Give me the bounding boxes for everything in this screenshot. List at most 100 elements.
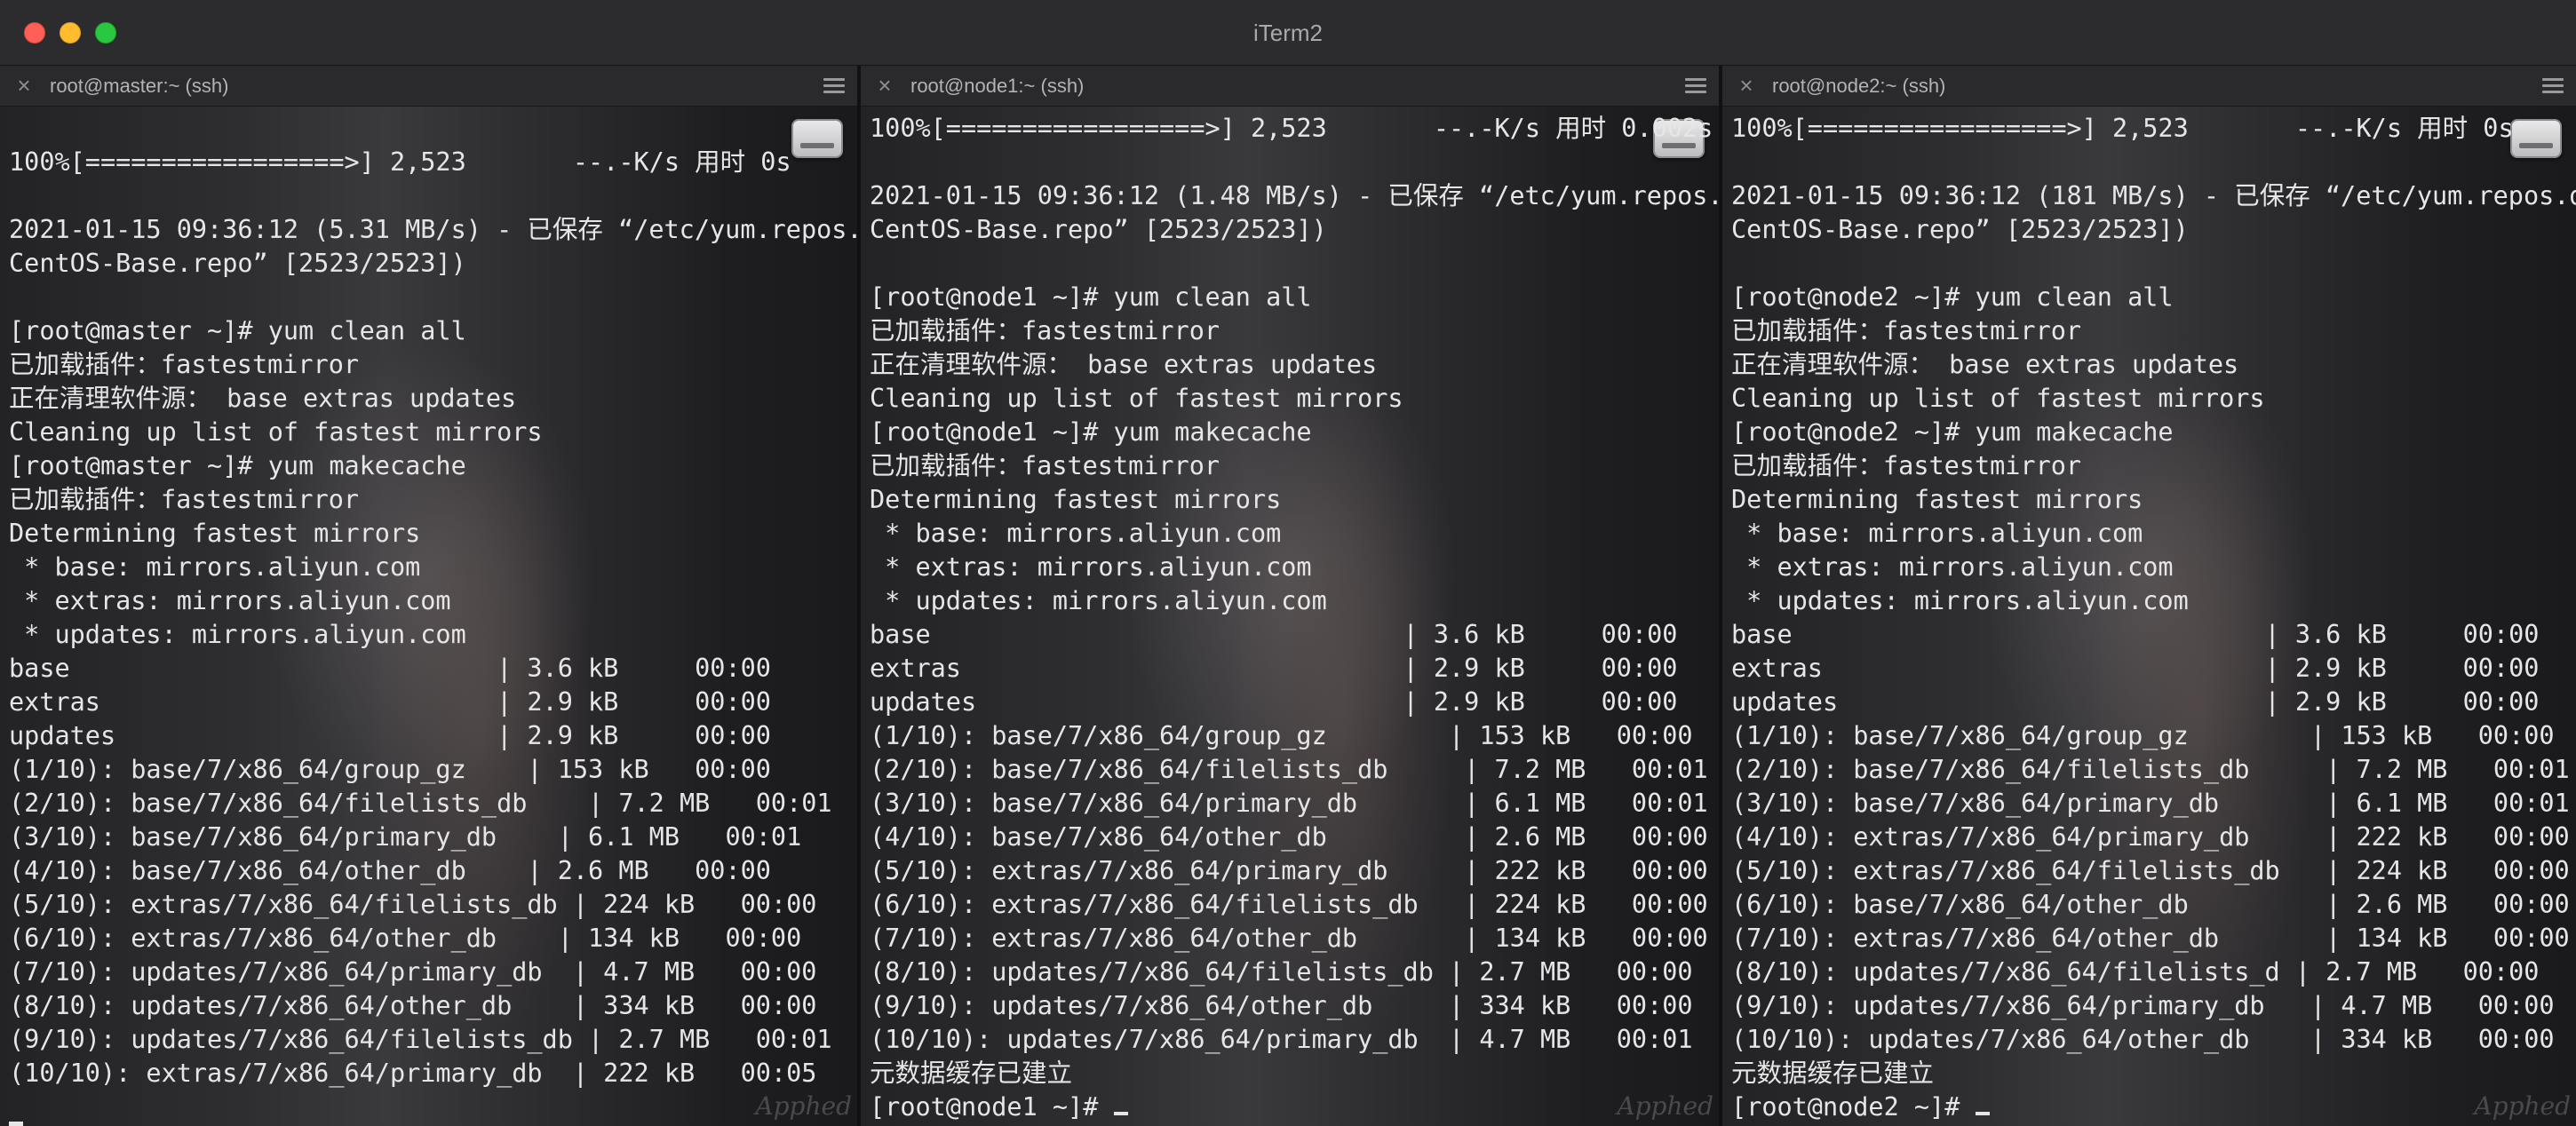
terminal-line: Determining fastest mirrors xyxy=(1731,485,2143,514)
terminal-line: [root@node1 ~]# yum makecache xyxy=(870,417,1312,447)
terminal-line: [root@node2 ~]# xyxy=(1731,1090,2576,1124)
terminal-line: extras | 2.9 kB 00:00 xyxy=(870,654,1678,683)
terminal-line: (3/10): base/7/x86_64/primary_db | 6.1 M… xyxy=(9,822,802,852)
terminal-line: 已加载插件：fastestmirror xyxy=(9,485,360,514)
terminal-line: CentOS-Base.repo” [2523/2523]) xyxy=(870,215,1327,244)
wallpaper-signature: Apphed xyxy=(2474,1091,2571,1121)
terminal-line: Determining fastest mirrors xyxy=(9,519,421,548)
terminal-line: (1/10): base/7/x86_64/group_gz | 153 kB … xyxy=(9,755,771,784)
terminal-line: 已加载插件：fastestmirror xyxy=(870,451,1220,480)
terminal-line: CentOS-Base.repo” [2523/2523]) xyxy=(9,249,466,278)
terminal-output[interactable]: 100%[=================>] 2,523 --.-K/s 用… xyxy=(1731,112,2576,1124)
terminal-line: (2/10): base/7/x86_64/filelists_db | 7.2… xyxy=(870,755,1708,784)
terminal-line: base | 3.6 kB 00:00 xyxy=(9,654,771,683)
terminal-line: (5/10): extras/7/x86_64/filelists_db | 2… xyxy=(1731,856,2570,885)
close-icon[interactable]: × xyxy=(1735,74,1758,97)
terminal-line: base | 3.6 kB 00:00 xyxy=(870,620,1678,649)
terminal-line: updates | 2.9 kB 00:00 xyxy=(1731,687,2540,717)
terminal-line: (6/10): base/7/x86_64/other_db | 2.6 MB … xyxy=(1731,890,2570,919)
terminal-line: Cleaning up list of fastest mirrors xyxy=(1731,384,2265,413)
terminal-line: (6/10): extras/7/x86_64/filelists_db | 2… xyxy=(870,890,1708,919)
terminal-pane-node2[interactable]: × root@node2:~ (ssh) 100%[==============… xyxy=(1722,66,2576,1126)
close-icon[interactable]: × xyxy=(12,74,36,97)
terminal-line: (7/10): updates/7/x86_64/primary_db | 4.… xyxy=(9,957,817,987)
terminal-line: (5/10): extras/7/x86_64/filelists_db | 2… xyxy=(9,890,817,919)
terminal-line: 100%[=================>] 2,523 --.-K/s 用… xyxy=(9,147,791,177)
hamburger-menu-icon[interactable] xyxy=(823,78,845,94)
terminal-line: [root@node2 ~]# yum clean all xyxy=(1731,282,2174,312)
terminal-output[interactable]: 100%[=================>] 2,523 --.-K/s 用… xyxy=(870,112,1719,1124)
terminal-line: * extras: mirrors.aliyun.com xyxy=(1731,552,2174,582)
terminal-line: * base: mirrors.aliyun.com xyxy=(9,552,421,582)
hamburger-menu-icon[interactable] xyxy=(1685,78,1706,94)
terminal-line: 正在清理软件源： base extras updates xyxy=(870,350,1378,379)
terminal-line: [root@node1 ~]# yum clean all xyxy=(870,282,1312,312)
hamburger-menu-icon[interactable] xyxy=(2542,78,2564,94)
terminal-line: 100%[=================>] 2,523 --.-K/s 用… xyxy=(1731,114,2514,143)
terminal-line: * updates: mirrors.aliyun.com xyxy=(9,620,466,649)
terminal-line: 2021-01-15 09:36:12 (1.48 MB/s) - 已保存 “/… xyxy=(870,181,1719,210)
terminal-cursor xyxy=(9,1122,23,1126)
terminal-line: 元数据缓存已建立 xyxy=(1731,1059,1935,1088)
title-bar[interactable]: iTerm2 xyxy=(0,0,2576,66)
terminal-line: extras | 2.9 kB 00:00 xyxy=(1731,654,2540,683)
tab-title[interactable]: root@node2:~ (ssh) xyxy=(1772,66,1945,107)
terminal-line: 100%[=================>] 2,523 --.-K/s 用… xyxy=(870,114,1713,143)
pane-tab-bar: × root@node1:~ (ssh) xyxy=(861,66,1719,107)
terminal-line: * base: mirrors.aliyun.com xyxy=(1731,519,2143,548)
terminal-line: CentOS-Base.repo” [2523/2523]) xyxy=(1731,215,2189,244)
terminal-line: (7/10): extras/7/x86_64/other_db | 134 k… xyxy=(870,924,1708,953)
terminal-line: [root@master ~]# yum makecache xyxy=(9,451,466,480)
terminal-line: (1/10): base/7/x86_64/group_gz | 153 kB … xyxy=(870,721,1693,750)
terminal-line: (9/10): updates/7/x86_64/filelists_db | … xyxy=(9,1025,832,1054)
terminal-line: [root@node1 ~]# xyxy=(870,1090,1719,1124)
terminal-line: 已加载插件：fastestmirror xyxy=(1731,451,2082,480)
terminal-line: (4/10): base/7/x86_64/other_db | 2.6 MB … xyxy=(9,856,771,885)
terminal-line: updates | 2.9 kB 00:00 xyxy=(9,721,771,750)
terminal-line: (8/10): updates/7/x86_64/filelists_d | 2… xyxy=(1731,957,2540,987)
terminal-line: (3/10): base/7/x86_64/primary_db | 6.1 M… xyxy=(870,789,1708,818)
terminal-line: Cleaning up list of fastest mirrors xyxy=(9,417,543,447)
terminal-output[interactable]: 100%[=================>] 2,523 --.-K/s 用… xyxy=(9,112,857,1090)
tab-title[interactable]: root@master:~ (ssh) xyxy=(50,66,228,107)
terminal-line: 已加载插件：fastestmirror xyxy=(870,316,1220,345)
terminal-line: (8/10): updates/7/x86_64/filelists_db | … xyxy=(870,957,1693,987)
terminal-pane-master[interactable]: × root@master:~ (ssh) 100%[=============… xyxy=(0,66,857,1126)
close-icon[interactable]: × xyxy=(873,74,896,97)
terminal-line: Cleaning up list of fastest mirrors xyxy=(870,384,1403,413)
terminal-line: * updates: mirrors.aliyun.com xyxy=(1731,586,2189,615)
terminal-line: (4/10): base/7/x86_64/other_db | 2.6 MB … xyxy=(870,822,1708,852)
terminal-line: (1/10): base/7/x86_64/group_gz | 153 kB … xyxy=(1731,721,2555,750)
terminal-line: * extras: mirrors.aliyun.com xyxy=(9,586,451,615)
terminal-line: (5/10): extras/7/x86_64/primary_db | 222… xyxy=(870,856,1708,885)
terminal-line: (3/10): base/7/x86_64/primary_db | 6.1 M… xyxy=(1731,789,2570,818)
wallpaper-signature: Apphed xyxy=(755,1091,852,1121)
terminal-line: 元数据缓存已建立 xyxy=(870,1059,1073,1088)
iterm2-window: iTerm2 × root@master:~ (ssh) 100%[======… xyxy=(0,0,2576,1126)
terminal-line: 正在清理软件源： base extras updates xyxy=(1731,350,2239,379)
terminal-line: (4/10): extras/7/x86_64/primary_db | 222… xyxy=(1731,822,2570,852)
terminal-line: extras | 2.9 kB 00:00 xyxy=(9,687,771,717)
terminal-line: * updates: mirrors.aliyun.com xyxy=(870,586,1327,615)
terminal-line: (2/10): base/7/x86_64/filelists_db | 7.2… xyxy=(1731,755,2570,784)
window-title: iTerm2 xyxy=(1252,20,1323,46)
terminal-line: 2021-01-15 09:36:12 (5.31 MB/s) - 已保存 “/… xyxy=(9,215,857,244)
terminal-line: (6/10): extras/7/x86_64/other_db | 134 k… xyxy=(9,924,802,953)
terminal-pane-node1[interactable]: × root@node1:~ (ssh) 100%[==============… xyxy=(861,66,1719,1126)
tab-title[interactable]: root@node1:~ (ssh) xyxy=(910,66,1084,107)
terminal-line: base | 3.6 kB 00:00 xyxy=(1731,620,2540,649)
terminal-cursor xyxy=(1975,1112,1990,1115)
terminal-line: (9/10): updates/7/x86_64/other_db | 334 … xyxy=(870,991,1693,1020)
terminal-line: 正在清理软件源： base extras updates xyxy=(9,384,517,413)
terminal-line: 已加载插件：fastestmirror xyxy=(9,350,360,379)
terminal-line: [root@master ~]# yum clean all xyxy=(9,316,466,345)
terminal-cursor xyxy=(1113,1112,1128,1115)
terminal-line: (10/10): extras/7/x86_64/primary_db | 22… xyxy=(9,1059,817,1088)
